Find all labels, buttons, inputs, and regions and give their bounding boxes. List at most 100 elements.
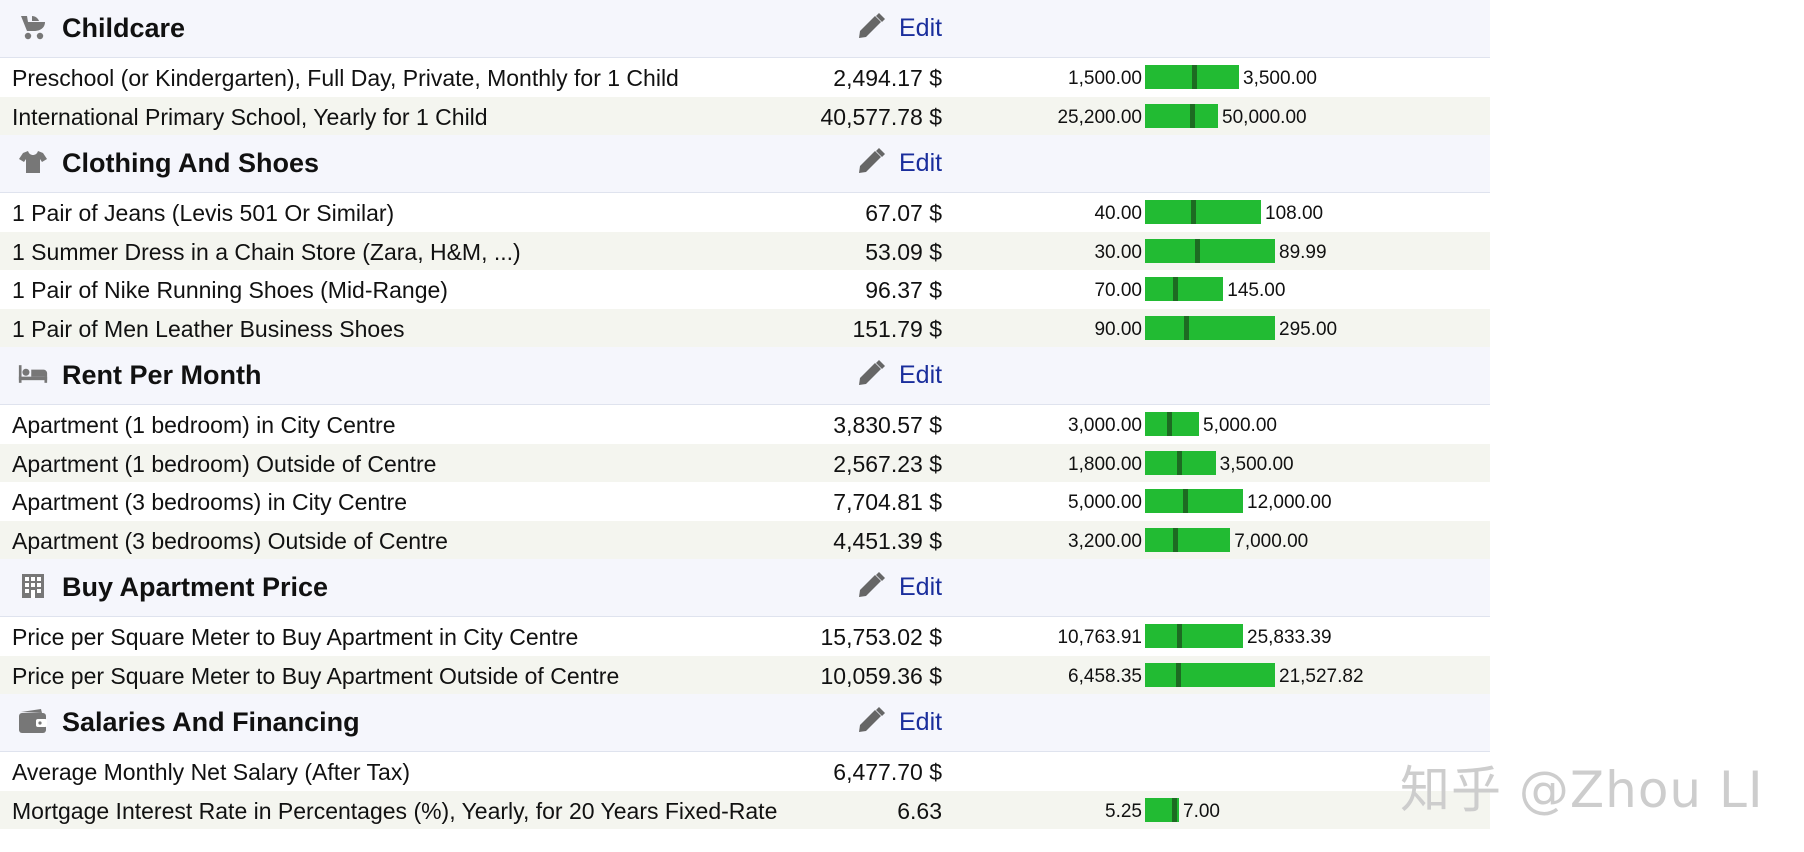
item-name: 1 Summer Dress in a Chain Store (Zara, H… (12, 238, 521, 265)
table-row: Average Monthly Net Salary (After Tax) 6,… (0, 752, 1490, 791)
category-header-rent: Rent Per Month Edit (0, 347, 1490, 405)
range-bar (1145, 65, 1239, 89)
range-max: 25,833.39 (1247, 627, 1332, 648)
blank-pane (1490, 0, 1804, 852)
range-marker (1172, 277, 1178, 301)
item-name: 1 Pair of Jeans (Levis 501 Or Similar) (12, 200, 395, 226)
range-bar (1145, 277, 1224, 301)
range-marker (1173, 527, 1179, 552)
range-bar (1145, 238, 1275, 263)
range-bar (1145, 797, 1179, 822)
cost-of-living-table: Childcare Edit Preschool (or Kindergarten)… (0, 0, 1490, 829)
table-row: Mortgage Interest Rate in Percentages (%… (0, 790, 1490, 829)
edit-label: Edit (899, 148, 943, 177)
range-max: 295.00 (1279, 318, 1338, 340)
category-title: Salaries And Financing (62, 707, 360, 737)
item-price: 96.37 $ (865, 277, 942, 303)
table-row: Price per Square Meter to Buy Apartment … (0, 655, 1490, 694)
range-max: 5,000.00 (1203, 415, 1277, 436)
tshirt-icon (18, 149, 48, 175)
range-max: 50,000.00 (1222, 106, 1307, 128)
item-name: International Primary School, Yearly for… (12, 103, 488, 130)
table-row: 1 Pair of Men Leather Business Shoes 151.… (0, 308, 1490, 347)
building-icon (18, 573, 48, 599)
edit-buy-link[interactable]: Edit (857, 569, 942, 605)
category-header-salaries: Salaries And Financing Edit (0, 694, 1490, 752)
range-bar (1145, 103, 1219, 128)
table-row: 1 Pair of Jeans (Levis 501 Or Similar) 67… (0, 193, 1490, 232)
edit-childcare-link[interactable]: Edit (857, 10, 942, 46)
edit-rent-link[interactable]: Edit (857, 357, 942, 393)
range-bar (1145, 412, 1199, 436)
pencil-icon (857, 571, 899, 604)
range-max: 145.00 (1227, 280, 1286, 301)
range-marker (1195, 238, 1201, 263)
item-price: 6.63 (897, 797, 942, 824)
item-name: Apartment (1 bedroom) in City Centre (12, 412, 396, 438)
category-header-childcare: Childcare Edit (0, 0, 1490, 58)
table-row: 1 Summer Dress in a Chain Store (Zara, H… (0, 231, 1490, 270)
range-marker (1176, 450, 1182, 475)
range-max: 7,000.00 (1234, 530, 1309, 552)
item-price: 2,567.23 $ (833, 450, 942, 477)
item-name: Price per Square Meter to Buy Apartment … (12, 662, 620, 689)
watermark: 知乎 @Zhou LI (1400, 761, 1764, 819)
range-min: 6,458.35 (1068, 665, 1142, 687)
stroller-icon (18, 14, 48, 40)
bed-icon (18, 361, 48, 387)
edit-label: Edit (899, 572, 943, 601)
range-max: 3,500.00 (1219, 453, 1294, 475)
category-header-buy: Buy Apartment Price Edit (0, 559, 1490, 617)
range-max: 12,000.00 (1247, 492, 1332, 513)
edit-salaries-link[interactable]: Edit (857, 704, 942, 740)
table-row: Apartment (1 bedroom) Outside of Centre 2… (0, 443, 1490, 482)
table-row: Price per Square Meter to Buy Apartment … (0, 617, 1490, 656)
range-min: 3,200.00 (1068, 530, 1142, 552)
range-marker (1177, 624, 1183, 648)
range-marker (1191, 200, 1197, 224)
range-max: 21,527.82 (1279, 665, 1364, 687)
range-marker (1190, 103, 1196, 128)
range-marker (1184, 315, 1190, 340)
item-name: Apartment (1 bedroom) Outside of Centre (12, 450, 437, 477)
range-bar (1145, 624, 1243, 648)
item-price: 53.09 $ (865, 238, 942, 265)
category-header-clothing: Clothing And Shoes Edit (0, 135, 1490, 193)
wallet-icon (18, 708, 48, 734)
item-name: Apartment (3 bedrooms) in City Centre (12, 489, 407, 515)
range-min: 25,200.00 (1057, 106, 1142, 128)
table-row: Apartment (3 bedrooms) Outside of Centre… (0, 520, 1490, 559)
table-row: Apartment (3 bedrooms) in City Centre 7,7… (0, 482, 1490, 521)
item-price: 40,577.78 $ (820, 103, 942, 130)
pencil-icon (857, 359, 899, 392)
pencil-icon (857, 12, 899, 45)
edit-clothing-link[interactable]: Edit (857, 145, 942, 181)
item-name: Mortgage Interest Rate in Percentages (%… (12, 797, 778, 824)
range-min: 70.00 (1094, 280, 1142, 301)
item-price: 6,477.70 $ (833, 759, 942, 785)
range-bar (1145, 450, 1216, 475)
item-price: 2,494.17 $ (833, 65, 942, 91)
item-price: 4,451.39 $ (833, 527, 942, 554)
item-price: 67.07 $ (865, 200, 942, 226)
range-marker (1176, 662, 1182, 687)
table-row: Apartment (1 bedroom) in City Centre 3,83… (0, 405, 1490, 444)
range-min: 1,800.00 (1068, 453, 1142, 475)
range-min: 90.00 (1094, 318, 1142, 340)
edit-label: Edit (899, 707, 943, 736)
range-bar (1145, 662, 1275, 687)
table-row: 1 Pair of Nike Running Shoes (Mid-Range)… (0, 270, 1490, 309)
category-title: Buy Apartment Price (62, 572, 329, 602)
item-price: 7,704.81 $ (833, 489, 942, 515)
range-min: 30.00 (1094, 241, 1142, 263)
item-price: 10,059.36 $ (820, 662, 942, 689)
range-bar (1145, 315, 1275, 340)
table-row: International Primary School, Yearly for… (0, 96, 1490, 135)
category-title: Rent Per Month (62, 360, 262, 390)
range-marker (1167, 412, 1173, 436)
range-bar (1145, 527, 1231, 552)
item-price: 15,753.02 $ (820, 624, 942, 650)
item-name: 1 Pair of Men Leather Business Shoes (12, 315, 405, 342)
item-price: 3,830.57 $ (833, 412, 942, 438)
item-name: Preschool (or Kindergarten), Full Day, P… (12, 65, 679, 91)
